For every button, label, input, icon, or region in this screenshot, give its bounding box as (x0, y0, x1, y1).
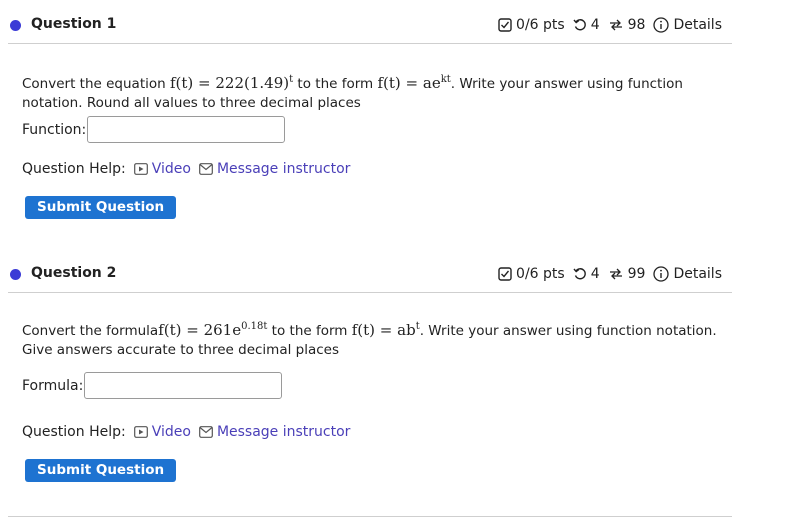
message-instructor-link[interactable]: Message instructor (199, 424, 350, 440)
submit-question-button[interactable]: Submit Question (25, 196, 177, 219)
attempts: 99 (608, 266, 646, 282)
question-help: Question Help: Video Message instructor (22, 161, 350, 177)
message-instructor-link[interactable]: Message instructor (199, 161, 350, 177)
attempts-count: 99 (627, 266, 646, 282)
function-label: Function: (22, 122, 87, 138)
video-icon (133, 426, 148, 438)
checkbox-icon (498, 267, 512, 281)
retry-icon (573, 19, 586, 31)
retries-count: 4 (590, 17, 600, 33)
video-link[interactable]: Video (133, 161, 191, 177)
retries: 4 (573, 17, 600, 33)
retries: 4 (573, 266, 600, 282)
retry-icon (573, 268, 586, 280)
question-title: Question 1 (31, 16, 117, 32)
question-status-dot (10, 269, 21, 280)
video-link[interactable]: Video (133, 424, 191, 440)
question-title: Question 2 (31, 265, 117, 281)
details-label: Details (673, 17, 722, 33)
info-icon (653, 266, 670, 282)
question-status-dot (10, 20, 21, 31)
question-text: Convert the formulaf(t) = 261e0.18t to t… (22, 321, 717, 358)
help-label: Question Help: (22, 424, 126, 440)
footer-divider (8, 516, 732, 517)
details-button[interactable]: Details (653, 266, 722, 282)
submit-question-button[interactable]: Submit Question (25, 459, 177, 482)
details-button[interactable]: Details (653, 17, 722, 33)
question-meta: 0/6 pts 4 98 Details (490, 17, 722, 33)
score-text: 0/6 pts (516, 266, 565, 282)
mail-icon (199, 426, 213, 438)
checkbox-icon (498, 18, 512, 32)
attempts-count: 98 (627, 17, 646, 33)
question-meta: 0/6 pts 4 99 Details (490, 266, 722, 282)
help-label: Question Help: (22, 161, 126, 177)
question-help: Question Help: Video Message instructor (22, 424, 350, 440)
question-text: Convert the equation f(t) = 222(1.49)t t… (22, 74, 683, 111)
question-header: Question 1 0/6 pts 4 98 Details (0, 0, 732, 44)
details-label: Details (673, 266, 722, 282)
score-text: 0/6 pts (516, 17, 565, 33)
attempts-icon (609, 268, 622, 280)
function-input[interactable] (87, 116, 285, 143)
mail-icon (199, 163, 213, 175)
attempts: 98 (608, 17, 646, 33)
score: 0/6 pts (498, 266, 565, 282)
info-icon (653, 17, 670, 33)
video-icon (133, 163, 148, 175)
formula-input[interactable] (84, 372, 282, 399)
header-divider (8, 292, 732, 293)
attempts-icon (609, 19, 622, 31)
score: 0/6 pts (498, 17, 565, 33)
question-header: Question 2 0/6 pts 4 99 Details (0, 249, 732, 293)
retries-count: 4 (590, 266, 600, 282)
formula-label: Formula: (22, 378, 84, 394)
header-divider (8, 43, 732, 44)
